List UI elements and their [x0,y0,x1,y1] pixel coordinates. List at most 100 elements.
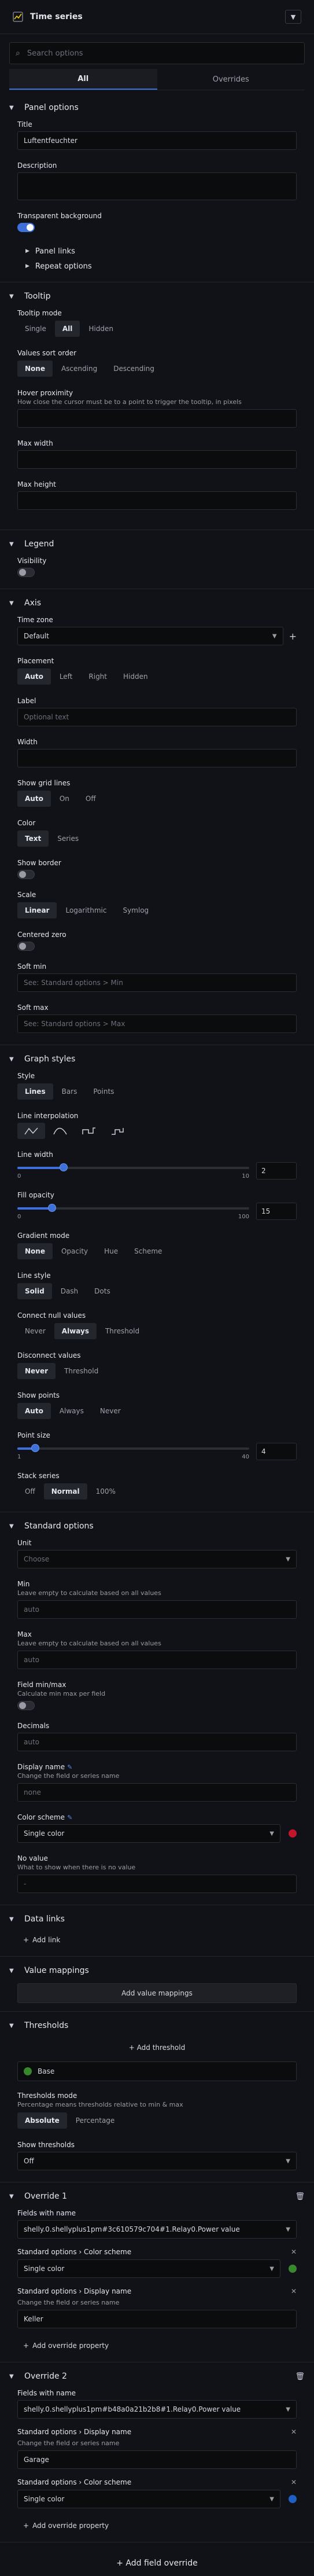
option-points[interactable]: Points [86,1083,121,1100]
option-never[interactable]: Never [17,1323,53,1339]
interpolation-step-after-icon[interactable] [104,1123,132,1139]
add-link-button[interactable]: + Add link [17,1932,66,1948]
centered-zero-toggle[interactable] [17,942,35,951]
color-scheme-select[interactable]: Single color ▼ [17,2490,280,2508]
option-all[interactable]: All [54,321,80,337]
option-auto[interactable]: Auto [17,1403,51,1419]
no-value-input[interactable]: - [17,1875,297,1893]
option-bars[interactable]: Bars [54,1083,85,1100]
option-never[interactable]: Never [17,1363,56,1379]
axis-header[interactable]: ▼ Axis [0,594,314,612]
option-normal[interactable]: Normal [43,1483,87,1500]
title-input[interactable]: Luftentfeuchter [17,131,297,150]
width-input[interactable] [17,749,297,767]
option-none[interactable]: None [17,361,53,377]
add-override-property-button[interactable]: + Add override property [17,2518,114,2534]
option-right[interactable]: Right [81,668,114,685]
option-threshold[interactable]: Threshold [98,1323,147,1339]
axis-label-input[interactable]: Optional text [17,708,297,726]
add-timezone-icon[interactable]: + [289,631,297,642]
search-input[interactable] [25,48,298,58]
decimals-input[interactable]: auto [17,1733,297,1751]
legend-visibility-toggle[interactable] [17,568,35,577]
max-width-input[interactable] [17,450,297,469]
option-lines[interactable]: Lines [17,1083,53,1100]
point-size-input[interactable]: 4 [256,1442,297,1460]
override-1-header[interactable]: ▼ Override 1 🗑 [0,2187,314,2206]
panel-options-header[interactable]: ▼ Panel options [0,98,314,117]
data-links-header[interactable]: ▼ Data links [0,1910,314,1928]
option-off[interactable]: Off [17,1483,43,1500]
close-icon[interactable]: ✕ [291,2287,297,2295]
standard-options-header[interactable]: ▼ Standard options [0,1517,314,1535]
line-width-slider[interactable] [17,1162,249,1174]
option-always[interactable]: Always [54,1323,97,1339]
option-hidden[interactable]: Hidden [81,321,121,337]
tab-overrides[interactable]: Overrides [157,69,305,90]
graph-styles-header[interactable]: ▼ Graph styles [0,1050,314,1068]
fill-opacity-slider[interactable] [17,1202,249,1215]
override-2-header[interactable]: ▼ Override 2 🗑 [0,2367,314,2386]
option-none[interactable]: None [17,1243,53,1259]
hover-proximity-input[interactable] [17,409,297,428]
line-width-input[interactable]: 2 [256,1162,297,1179]
option-dash[interactable]: Dash [53,1283,86,1299]
close-icon[interactable]: ✕ [291,2248,297,2256]
display-name-input[interactable]: Keller [17,2310,297,2328]
trash-icon[interactable]: 🗑 [295,2192,305,2201]
repeat-options-category[interactable]: ▶ Repeat options [25,259,297,274]
color-scheme-select[interactable]: Single color ▼ [17,2259,280,2278]
max-height-input[interactable] [17,491,297,510]
option-symlog[interactable]: Symlog [115,902,156,918]
display-name-input[interactable]: Garage [17,2450,297,2469]
panel-links-category[interactable]: ▶ Panel links [25,244,297,259]
option-auto[interactable]: Auto [17,668,51,685]
show-border-toggle[interactable] [17,870,35,879]
min-input[interactable]: auto [17,1600,297,1619]
option-absolute[interactable]: Absolute [17,2112,67,2129]
color-scheme-select[interactable]: Single color ▼ [17,1824,280,1843]
option-solid[interactable]: Solid [17,1283,52,1299]
interpolation-linear-icon[interactable] [17,1123,45,1139]
option-logarithmic[interactable]: Logarithmic [58,902,114,918]
option-percentage[interactable]: Percentage [68,2112,123,2129]
point-size-slider[interactable] [17,1442,249,1455]
add-value-mappings-button[interactable]: Add value mappings [17,1983,297,2003]
description-textarea[interactable] [17,172,297,200]
max-input[interactable]: auto [17,1651,297,1669]
transparent-toggle[interactable] [17,223,35,232]
interpolation-step-before-icon[interactable] [75,1123,103,1139]
timezone-select[interactable]: Default ▼ [17,627,283,645]
option-linear[interactable]: Linear [17,902,57,918]
value-mappings-header[interactable]: ▼ Value mappings [0,1961,314,1980]
option-scheme[interactable]: Scheme [127,1243,169,1259]
unit-select[interactable]: Choose ▼ [17,1550,297,1568]
add-override-property-button[interactable]: + Add override property [17,2338,114,2354]
option-always[interactable]: Always [52,1403,91,1419]
close-icon[interactable]: ✕ [291,2428,297,2436]
close-icon[interactable]: ✕ [291,2478,297,2486]
display-name-input[interactable]: none [17,1783,297,1802]
field-minmax-toggle[interactable] [17,1701,35,1710]
option-single[interactable]: Single [17,321,54,337]
viz-picker-toggle-button[interactable]: ▼ [285,10,301,24]
option-hue[interactable]: Hue [97,1243,125,1259]
fields-with-name-select[interactable]: shelly.0.shellyplus1pm#b48a0a21b2b8#1.Re… [17,2400,297,2419]
fill-opacity-input[interactable]: 15 [256,1202,297,1220]
option-never[interactable]: Never [93,1403,128,1419]
option-descending[interactable]: Descending [106,361,162,377]
show-thresholds-select[interactable]: Off ▼ [17,2152,297,2170]
tab-all[interactable]: All [9,69,157,90]
option-ascending[interactable]: Ascending [54,361,105,377]
option-on[interactable]: On [52,791,77,807]
option-auto[interactable]: Auto [17,791,51,807]
interpolation-smooth-icon[interactable] [46,1123,74,1139]
soft-max-input[interactable]: See: Standard options > Max [17,1015,297,1033]
soft-min-input[interactable]: See: Standard options > Min [17,973,297,992]
color-swatch-green[interactable] [289,2265,297,2273]
fields-with-name-select[interactable]: shelly.0.shellyplus1pm#3c610579c704#1.Re… [17,2220,297,2239]
option-100-percent[interactable]: 100% [88,1483,123,1500]
option-dots[interactable]: Dots [87,1283,118,1299]
trash-icon[interactable]: 🗑 [295,2372,305,2381]
option-off[interactable]: Off [78,791,104,807]
